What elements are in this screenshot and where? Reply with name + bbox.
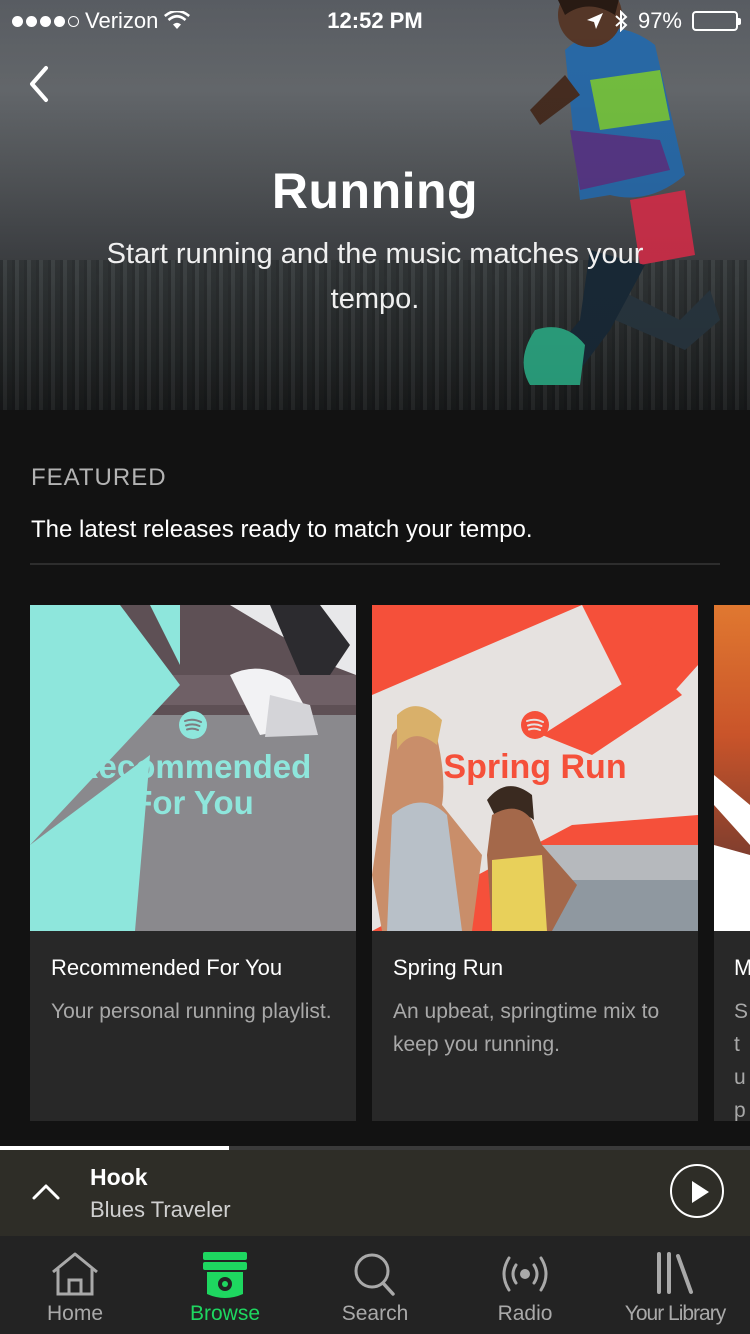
- tab-browse[interactable]: Browse: [150, 1236, 300, 1334]
- home-icon: [52, 1252, 98, 1296]
- playlist-cover-recommended: Recommended For You: [30, 605, 356, 931]
- playlist-description: An upbeat, springtime mix to keep you ru…: [393, 1000, 660, 1056]
- tab-bar: Home Browse Search Radio Your Library: [0, 1236, 750, 1334]
- tab-home[interactable]: Home: [0, 1236, 150, 1334]
- expand-player-button[interactable]: [28, 1176, 64, 1206]
- search-icon: [354, 1253, 395, 1296]
- spotify-logo-icon: [521, 711, 549, 739]
- playlist-title: Spring Run: [393, 955, 504, 980]
- tab-search[interactable]: Search: [300, 1236, 450, 1334]
- page-subtitle: Start running and the music matches your…: [106, 238, 644, 315]
- playlist-description: Your personal running playlist.: [51, 1000, 332, 1023]
- battery-percent: 97%: [637, 8, 682, 33]
- tab-label: Your Library: [624, 1302, 726, 1325]
- status-bar: Verizon 12:52 PM 97%: [0, 0, 750, 40]
- tab-label: Search: [341, 1302, 409, 1325]
- section-label-featured: FEATURED: [31, 464, 167, 491]
- tab-your-library[interactable]: Your Library: [600, 1236, 750, 1334]
- playlist-title: M: [734, 955, 750, 980]
- library-icon: [657, 1252, 693, 1294]
- back-button[interactable]: [22, 62, 62, 106]
- playlist-cover-spring-run: Spring Run: [372, 605, 698, 931]
- cover-title-spring-run: Spring Run: [443, 748, 627, 786]
- playlist-title: Recommended For You: [51, 955, 283, 980]
- tab-label: Browse: [189, 1302, 261, 1325]
- section-description: The latest releases ready to match your …: [31, 516, 533, 543]
- now-playing-title: Hook: [90, 1164, 148, 1190]
- now-playing-artist: Blues Traveler: [90, 1197, 231, 1222]
- playlist-cover-partial: [714, 605, 750, 931]
- playlist-card-spring-run[interactable]: Spring Run Spring Run An upbeat, springt…: [372, 605, 698, 1121]
- radio-icon: [502, 1256, 548, 1292]
- tab-label: Home: [46, 1302, 104, 1325]
- chevron-up-icon: [32, 1184, 60, 1200]
- cover-title-recommended: Recommended For You: [74, 748, 312, 821]
- tab-radio[interactable]: Radio: [450, 1236, 600, 1334]
- playlist-card-recommended[interactable]: Recommended For You Recommended For You …: [30, 605, 356, 1121]
- bluetooth-icon: [615, 10, 628, 32]
- spotify-logo-icon: [179, 711, 207, 739]
- play-button[interactable]: [670, 1164, 724, 1218]
- chevron-left-icon: [30, 66, 48, 102]
- playlist-card-partial[interactable]: M St up: [714, 605, 750, 1121]
- battery-icon: [692, 11, 741, 31]
- now-playing-bar[interactable]: Hook Blues Traveler: [0, 1150, 750, 1236]
- section-divider: [30, 563, 720, 565]
- browse-icon: [203, 1252, 247, 1298]
- playlist-description: St up: [734, 1000, 749, 1121]
- location-arrow-icon: [586, 13, 603, 29]
- hero-header: Verizon 12:52 PM 97% Running Start runni…: [0, 0, 750, 410]
- tab-label: Radio: [497, 1302, 553, 1325]
- page-title: Running: [271, 163, 479, 219]
